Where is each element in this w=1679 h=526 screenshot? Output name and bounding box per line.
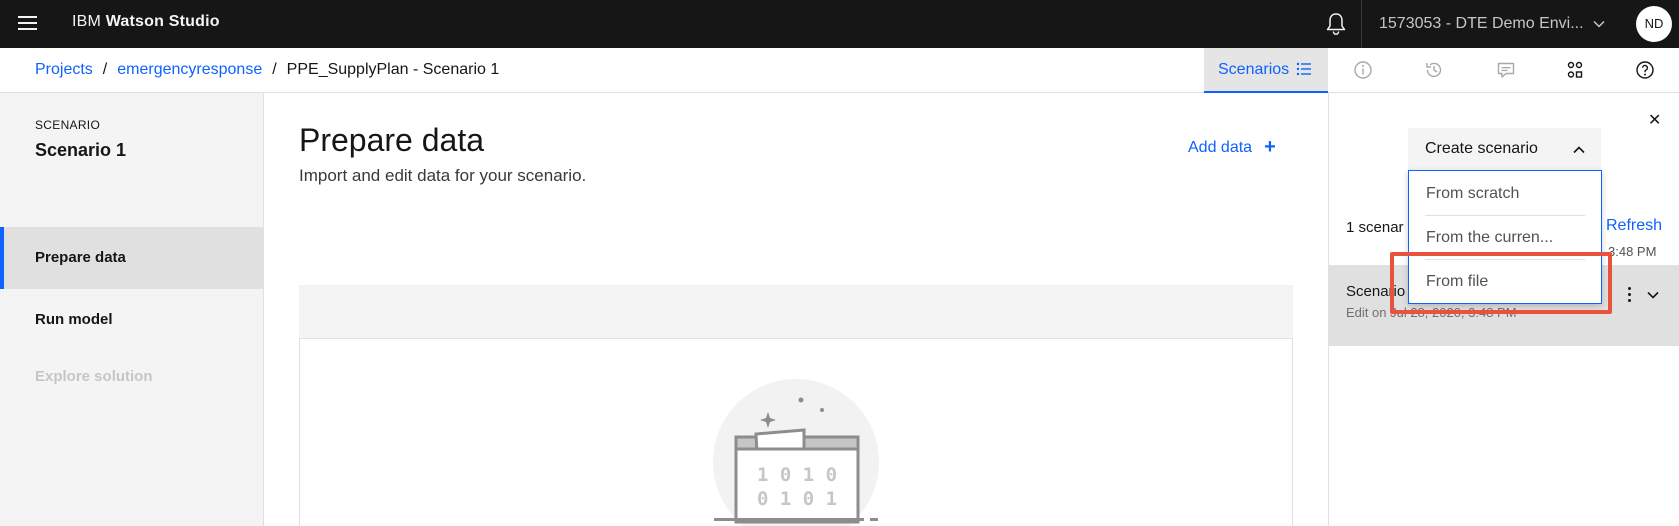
menu-item-from-scratch[interactable]: From scratch — [1409, 171, 1601, 215]
annotation-highlight-box — [1390, 252, 1612, 314]
create-scenario-label: Create scenario — [1425, 140, 1538, 157]
empty-folder-illustration: 1 0 1 0 0 1 0 1 — [713, 379, 879, 526]
list-icon — [1296, 62, 1311, 76]
menu-icon[interactable] — [10, 6, 46, 42]
overflow-menu-icon[interactable] — [1622, 284, 1638, 304]
sidebar-item-label: Explore solution — [35, 368, 153, 385]
breadcrumb-current: PPE_SupplyPlan - Scenario 1 — [286, 61, 500, 78]
tab-scenarios-label: Scenarios — [1218, 61, 1290, 78]
account-label: 1573053 - DTE Demo Envi... — [1379, 15, 1584, 32]
scenario-sidebar: SCENARIO Scenario 1 Prepare data Run mod… — [0, 93, 264, 526]
sidebar-item-run-model[interactable]: Run model — [0, 289, 263, 351]
history-icon[interactable] — [1411, 48, 1457, 93]
sidebar-item-explore-solution: Explore solution — [0, 346, 263, 408]
close-icon[interactable]: ✕ — [1648, 110, 1661, 130]
scenario-name: Scenario 1 — [35, 140, 127, 160]
top-header: IBM Watson Studio 1573053 - DTE Demo Env… — [0, 0, 1679, 48]
add-data-button[interactable]: Add data + — [1188, 136, 1276, 159]
breadcrumb-separator: / — [272, 61, 277, 78]
add-data-label: Add data — [1188, 139, 1253, 156]
last-refresh-time: 3:48 PM — [1608, 244, 1657, 259]
breadcrumb-separator: / — [102, 61, 108, 78]
breadcrumb: Projects / emergencyresponse / PPE_SupplyPla… — [35, 61, 499, 79]
page-title: Prepare data — [299, 122, 485, 158]
menu-item-label: From the curren... — [1426, 229, 1554, 246]
scenario-kicker: SCENARIO — [35, 118, 101, 132]
page-subtitle: Import and edit data for your scenario. — [299, 166, 587, 185]
plus-icon: + — [1264, 136, 1276, 158]
breadcrumb-projects-link[interactable]: Projects — [35, 61, 93, 78]
scenario-count: 1 scenar — [1346, 219, 1404, 236]
model-icon[interactable] — [1552, 48, 1598, 93]
sidebar-item-label: Run model — [35, 311, 113, 328]
avatar[interactable]: ND — [1636, 6, 1672, 42]
comment-icon[interactable] — [1483, 48, 1529, 93]
sidebar-item-label: Prepare data — [35, 249, 126, 266]
data-table-header — [299, 285, 1293, 338]
product-name[interactable]: IBM Watson Studio — [72, 13, 220, 31]
breadcrumb-project-link[interactable]: emergencyresponse — [117, 61, 262, 78]
chevron-up-icon — [1573, 146, 1585, 154]
brand-ibm: IBM — [72, 13, 102, 30]
menu-item-label: From scratch — [1426, 185, 1520, 202]
account-switcher[interactable]: 1573053 - DTE Demo Envi... — [1362, 0, 1605, 48]
breadcrumb-bar: Projects / emergencyresponse / PPE_SupplyPla… — [0, 48, 1679, 93]
chevron-down-icon[interactable] — [1646, 288, 1660, 302]
help-icon[interactable] — [1622, 48, 1668, 93]
chevron-down-icon — [1593, 20, 1605, 28]
create-scenario-button[interactable]: Create scenario — [1408, 128, 1601, 170]
info-icon[interactable] — [1340, 48, 1386, 93]
brand-product: Watson Studio — [105, 13, 220, 30]
notification-bell-icon[interactable] — [1320, 10, 1352, 38]
tab-scenarios[interactable]: Scenarios — [1204, 48, 1328, 93]
illustration-binary-2: 0 1 0 1 — [757, 488, 837, 510]
illustration-binary-1: 1 0 1 0 — [757, 464, 837, 486]
refresh-link[interactable]: Refresh — [1606, 217, 1662, 235]
sidebar-item-prepare-data[interactable]: Prepare data — [0, 227, 263, 289]
